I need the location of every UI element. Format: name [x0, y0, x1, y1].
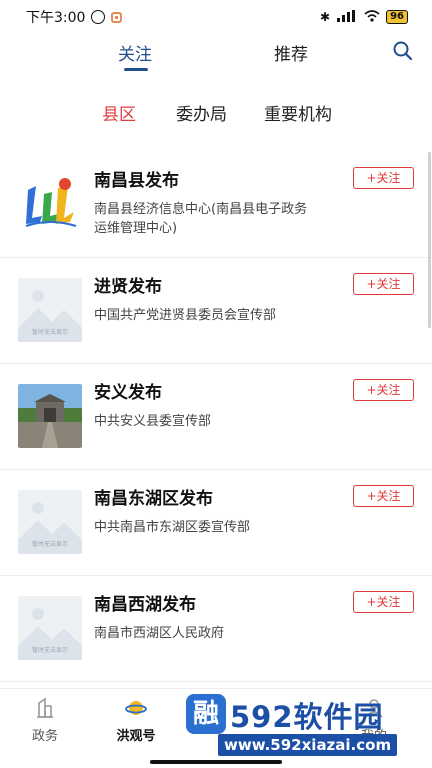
signal-icon [336, 9, 358, 25]
follow-button[interactable]: +关注 [353, 379, 414, 401]
tab-county[interactable]: 县区 [102, 100, 136, 125]
account-photo [18, 384, 82, 448]
search-icon[interactable] [392, 40, 414, 62]
nav-label: 洪观号 [116, 729, 156, 744]
follow-button[interactable]: +关注 [353, 167, 414, 189]
placeholder-text: 暂时无法显示 [31, 647, 68, 654]
notification-icon [111, 11, 123, 23]
nav-label: 政务 [31, 729, 58, 744]
site-watermark: 融 592软件园 www.592xiazai.com [186, 690, 432, 762]
battery-icon: 96 [386, 10, 408, 24]
tab-follow[interactable]: 关注 [118, 40, 152, 65]
tab-committee[interactable]: 委办局 [176, 100, 227, 125]
account-description: 南昌县经济信息中心(南昌县电子政务运维管理中心) [94, 202, 308, 236]
list-item[interactable]: 暂时无法显示 进贤发布 中国共产党进贤县委员会宣传部 +关注 [0, 258, 432, 364]
placeholder-text: 暂时无法显示 [31, 541, 68, 548]
top-tab-bar: 关注 推荐 [0, 36, 432, 76]
building-icon [37, 697, 53, 718]
bluetooth-icon: ✱ [320, 10, 331, 24]
watermark-logo: 融 [186, 694, 226, 734]
active-tab-indicator [124, 68, 148, 71]
follow-button[interactable]: +关注 [353, 273, 414, 295]
follow-button[interactable]: +关注 [353, 591, 414, 613]
account-name: 南昌东湖区发布 [94, 489, 213, 509]
account-logo [18, 172, 82, 236]
nav-government[interactable]: 政务 [15, 697, 75, 744]
watermark-title: 592软件园 [230, 700, 384, 734]
alarm-icon [91, 10, 106, 24]
account-list: 南昌县发布 南昌县经济信息中心(南昌县电子政务运维管理中心) +关注 暂时无法显… [0, 152, 432, 682]
placeholder-text: 暂时无法显示 [31, 329, 68, 336]
nav-hongguan[interactable]: 洪观号 [106, 697, 166, 744]
home-indicator[interactable] [150, 760, 282, 764]
list-item[interactable]: 暂时无法显示 南昌东湖区发布 中共南昌市东湖区委宣传部 +关注 [0, 470, 432, 576]
account-name: 南昌县发布 [94, 171, 179, 191]
account-description: 中国共产党进贤县委员会宣传部 [94, 308, 277, 323]
placeholder-image: 暂时无法显示 [18, 596, 82, 660]
planet-icon [125, 701, 147, 715]
account-description: 中共安义县委宣传部 [94, 414, 212, 429]
watermark-url: www.592xiazai.com [218, 734, 398, 756]
account-description: 中共南昌市东湖区委宣传部 [94, 520, 251, 535]
tab-recommend[interactable]: 推荐 [274, 40, 308, 65]
tab-key-institutions[interactable]: 重要机构 [264, 100, 332, 125]
list-item[interactable]: 安义发布 中共安义县委宣传部 +关注 [0, 364, 432, 470]
list-item[interactable]: 南昌县发布 南昌县经济信息中心(南昌县电子政务运维管理中心) +关注 [0, 152, 432, 258]
placeholder-image: 暂时无法显示 [18, 490, 82, 554]
scrollbar[interactable] [428, 152, 431, 328]
account-name: 进贤发布 [94, 277, 162, 297]
list-item[interactable]: 暂时无法显示 南昌西湖发布 南昌市西湖区人民政府 +关注 [0, 576, 432, 682]
account-description: 南昌市西湖区人民政府 [94, 626, 225, 641]
account-name: 安义发布 [94, 383, 162, 403]
status-bar: 下午3:00 ✱ 96 [0, 0, 432, 34]
status-time: 下午3:00 [26, 10, 86, 26]
account-name: 南昌西湖发布 [94, 595, 196, 615]
category-tab-bar: 县区 委办局 重要机构 [0, 100, 432, 128]
follow-button[interactable]: +关注 [353, 485, 414, 507]
placeholder-image: 暂时无法显示 [18, 278, 82, 342]
wifi-icon [364, 9, 380, 25]
